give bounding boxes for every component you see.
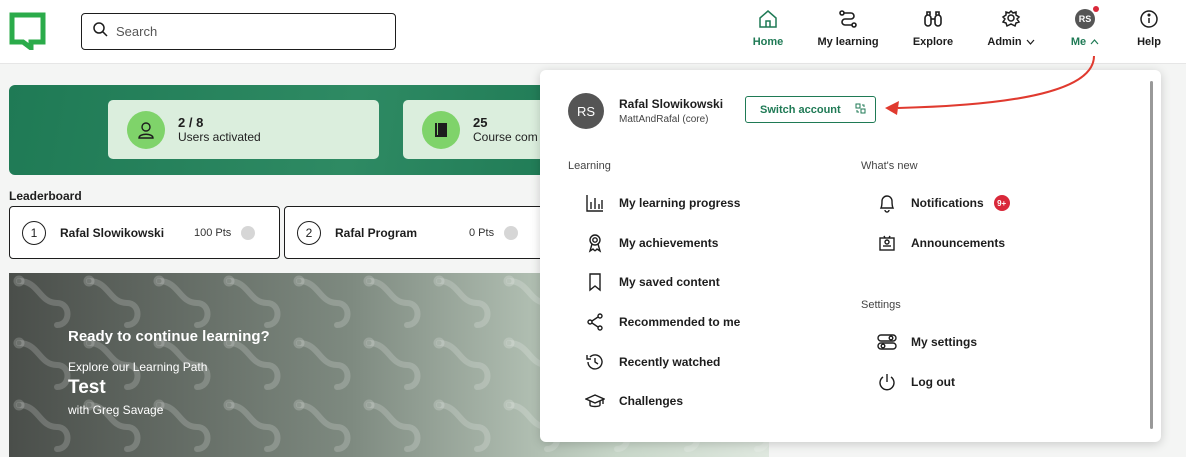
rank-badge: 2 <box>297 220 321 245</box>
section-title-settings: Settings <box>861 299 901 311</box>
user-icon <box>127 110 165 149</box>
menu-item-label: My saved content <box>619 275 720 289</box>
menu-item-log-out[interactable]: Log out <box>876 371 955 393</box>
leaderboard-points: 0 Pts <box>469 226 495 239</box>
rank-badge: 1 <box>22 220 46 245</box>
menu-item-label: My settings <box>911 335 978 349</box>
switch-icon <box>855 103 866 117</box>
announcement-icon <box>876 232 898 254</box>
nav-help-label: Help <box>1137 36 1161 48</box>
menu-item-notifications[interactable]: Notifications 9+ <box>876 192 1010 214</box>
menu-item-announcements[interactable]: Announcements <box>876 232 1005 254</box>
menu-item-achievements[interactable]: My achievements <box>584 232 718 254</box>
menu-item-label: Log out <box>911 375 955 389</box>
history-icon <box>584 351 606 373</box>
menu-item-label: Recently watched <box>619 355 721 369</box>
leaderboard-avatar <box>504 225 519 240</box>
nav-explore-label: Explore <box>912 36 954 48</box>
stat-label: Users activated <box>178 129 261 144</box>
search-input[interactable] <box>116 24 376 39</box>
book-icon <box>422 110 460 149</box>
nav-admin[interactable]: Admin <box>985 8 1037 58</box>
menu-item-saved-content[interactable]: My saved content <box>584 271 720 293</box>
leaderboard-name: Rafal Slowikowski <box>60 225 165 240</box>
nav-help[interactable]: Help <box>1135 8 1163 58</box>
leaderboard-card[interactable]: 2 Rafal Program 0 Pts <box>284 206 555 259</box>
bar-chart-icon <box>584 192 606 214</box>
search-box[interactable] <box>81 13 396 50</box>
avatar-initials: RS <box>1078 14 1092 24</box>
stat-value: 2 / 8 <box>178 114 204 130</box>
leaderboard-points: 100 Pts <box>194 226 232 239</box>
page: Home My learning Explore Admin <box>0 0 1186 457</box>
nav-my-learning-label: My learning <box>817 36 879 48</box>
section-title-learning: Learning <box>568 160 611 172</box>
switch-account-label: Switch account <box>760 103 841 116</box>
hero-author: with Greg Savage <box>68 403 164 417</box>
power-icon <box>876 371 898 393</box>
home-icon <box>757 8 779 30</box>
menu-item-label: My learning progress <box>619 196 741 210</box>
stat-label: Course com <box>473 129 538 144</box>
menu-item-recommended[interactable]: Recommended to me <box>584 311 740 333</box>
menu-item-label: Announcements <box>911 236 1006 250</box>
hero-subheading: Explore our Learning Path <box>68 360 208 374</box>
nav-explore[interactable]: Explore <box>913 8 953 58</box>
learning-path-icon <box>837 8 859 30</box>
user-organization: MattAndRafal (core) <box>619 114 709 125</box>
menu-item-learning-progress[interactable]: My learning progress <box>584 192 740 214</box>
bell-icon <box>876 192 898 214</box>
menu-item-label: Notifications <box>911 196 984 210</box>
top-navbar: Home My learning Explore Admin <box>0 0 1186 64</box>
menu-scrollbar[interactable] <box>1150 81 1153 429</box>
leaderboard-name: Rafal Program <box>335 225 418 240</box>
logo-icon[interactable] <box>9 12 46 53</box>
chevron-up-icon <box>1090 36 1099 48</box>
hero-path-title[interactable]: Test <box>68 377 106 399</box>
stat-value: 25 <box>473 114 488 130</box>
avatar: RS <box>1075 6 1099 29</box>
hero-heading: Ready to continue learning? <box>68 328 270 345</box>
menu-item-label: Challenges <box>619 394 684 408</box>
stats-banner: 2 / 8 Users activated 25 Course com <box>9 85 674 175</box>
notification-count-badge: 9+ <box>993 195 1010 211</box>
nav-home-label: Home <box>752 36 784 48</box>
toggle-settings-icon <box>876 331 898 353</box>
bookmark-icon <box>584 271 606 293</box>
menu-item-recently-watched[interactable]: Recently watched <box>584 351 720 373</box>
chevron-down-icon <box>1026 36 1035 48</box>
info-icon <box>1138 8 1160 30</box>
nav-my-learning[interactable]: My learning <box>817 8 879 58</box>
binoculars-icon <box>922 8 944 30</box>
me-dropdown-menu: RS Rafal Slowikowski MattAndRafal (core)… <box>540 70 1161 442</box>
leaderboard-title: Leaderboard <box>9 189 82 203</box>
stat-card-users: 2 / 8 Users activated <box>108 100 379 159</box>
graduation-cap-icon <box>584 390 606 412</box>
menu-item-label: My achievements <box>619 236 719 250</box>
leaderboard-avatar <box>241 225 256 240</box>
section-title-whats-new: What's new <box>861 160 918 172</box>
admin-gear-icon <box>1000 8 1022 30</box>
menu-item-label: Recommended to me <box>619 315 741 329</box>
nav-me-label: Me <box>1070 36 1087 48</box>
notification-dot <box>1093 6 1099 12</box>
search-icon <box>93 21 108 42</box>
award-icon <box>584 232 606 254</box>
switch-account-button[interactable]: Switch account <box>745 96 876 123</box>
leaderboard-card[interactable]: 1 Rafal Slowikowski 100 Pts <box>9 206 280 259</box>
user-name: Rafal Slowikowski <box>619 97 724 111</box>
menu-item-challenges[interactable]: Challenges <box>584 390 683 412</box>
nav-me[interactable]: RS Me <box>1068 6 1102 58</box>
nav-admin-label: Admin <box>987 36 1022 48</box>
menu-item-my-settings[interactable]: My settings <box>876 331 977 353</box>
avatar: RS <box>568 93 604 129</box>
nav-home[interactable]: Home <box>752 8 784 58</box>
share-icon <box>584 311 606 333</box>
